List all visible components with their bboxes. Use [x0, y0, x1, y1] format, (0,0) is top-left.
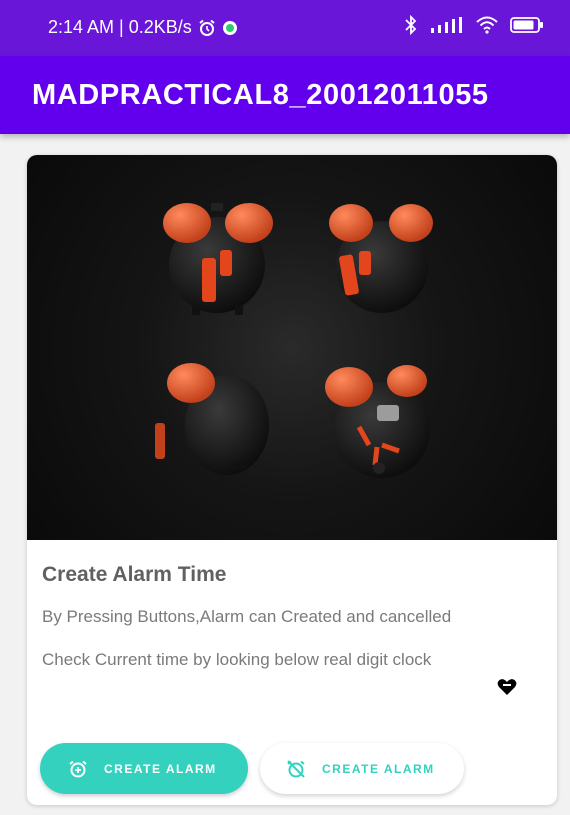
signal-icon	[431, 17, 462, 33]
alarm-card: Create Alarm Time By Pressing Buttons,Al…	[27, 155, 557, 805]
cancel-alarm-button[interactable]: CREATE ALARM	[260, 743, 464, 794]
card-description-line1: By Pressing Buttons,Alarm can Created an…	[42, 607, 452, 626]
battery-icon	[510, 17, 543, 33]
alarm-off-icon	[287, 759, 305, 778]
app-title: MADPRACTICAL8_20012011055	[32, 78, 489, 111]
status-bar: 2:14 AM | 0.2KB/s	[0, 0, 570, 56]
alarm-add-icon	[69, 760, 87, 777]
app-status-icon	[222, 20, 237, 35]
cancel-alarm-label: CREATE ALARM	[322, 761, 435, 776]
card-title: Create Alarm Time	[42, 563, 227, 586]
card-description-line2: Check Current time by looking below real…	[42, 650, 432, 669]
clock-angled	[329, 204, 433, 313]
bluetooth-icon	[405, 15, 417, 35]
status-left: 2:14 AM | 0.2KB/s	[48, 17, 238, 38]
clock-back	[325, 365, 430, 478]
alarm-clocks-image	[27, 155, 557, 540]
clock-side	[155, 363, 269, 475]
wifi-icon	[476, 16, 498, 34]
alarm-icon	[199, 19, 215, 36]
clock-front	[163, 203, 273, 315]
status-time: 2:14 AM | 0.2KB/s	[48, 17, 192, 37]
alarm-clocks-illustration	[155, 203, 433, 478]
create-alarm-button[interactable]: CREATE ALARM	[40, 743, 248, 794]
heart-icon[interactable]	[497, 678, 517, 696]
status-right	[404, 15, 546, 35]
app-bar: MADPRACTICAL8_20012011055	[0, 56, 570, 134]
create-alarm-label: CREATE ALARM	[104, 761, 217, 776]
